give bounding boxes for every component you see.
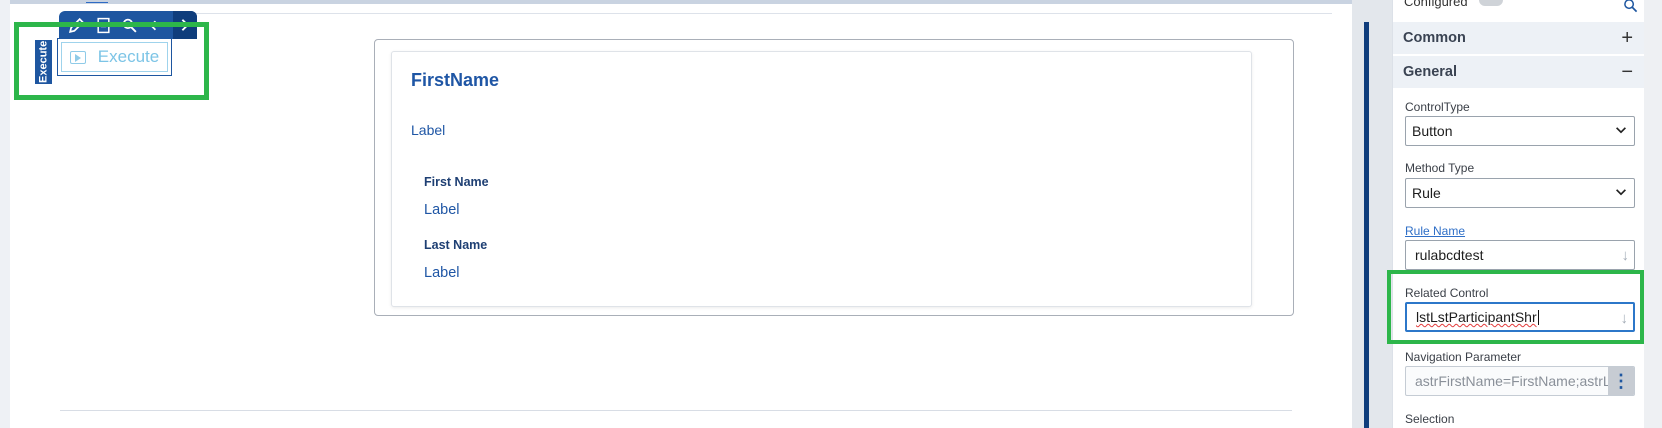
last-name-title: Last Name [424,238,488,252]
first-name-value: Label [424,202,460,218]
control-type-select[interactable]: Button [1405,116,1635,146]
document-icon[interactable] [90,11,117,39]
minus-icon[interactable]: − [1621,61,1633,84]
control-toolbar [59,11,197,39]
left-edge [0,0,10,428]
rule-name-label: Rule Name [1405,224,1465,238]
related-control-label: Related Control [1405,286,1489,300]
down-arrow-icon[interactable]: ↓ [1621,310,1629,327]
next-chevron-icon[interactable] [173,11,197,39]
rule-name-link[interactable]: Rule Name [1405,224,1465,238]
top-divider [60,13,1332,14]
execute-button-label: Execute [97,47,160,66]
properties-panel: Configured Common + General − ControlTyp… [1392,0,1645,428]
related-control-value: lstLstParticipantShr [1416,309,1537,325]
top-edge [0,0,1352,4]
properties-scrollbar[interactable] [1644,0,1662,428]
section-common[interactable]: Common + [1393,22,1645,54]
design-canvas: Execute Execute FirstName Label First Na… [0,0,1352,428]
navigation-parameter-label: Navigation Parameter [1405,350,1522,364]
pencil-icon[interactable] [63,11,90,39]
execute-button[interactable]: Execute [57,38,172,76]
back-arrow-icon[interactable] [143,11,170,39]
section-general[interactable]: General − [1393,56,1645,88]
panel-title: FirstName [411,70,500,90]
play-icon [69,50,86,64]
more-options-icon[interactable]: ⋮ [1608,367,1634,395]
panel-splitter[interactable] [1364,22,1369,428]
configured-label: Configured [1404,0,1468,9]
cutoff-link [86,0,108,3]
execute-side-tag: Execute [35,40,52,84]
control-type-value: Button [1412,123,1453,139]
panel-card[interactable]: FirstName Label First Name Label Last Na… [391,51,1252,307]
navigation-parameter-input[interactable]: astrFirstName=FirstName;astrLa ⋮ [1405,366,1635,396]
plus-icon[interactable]: + [1621,27,1633,50]
chevron-down-icon [1616,189,1626,196]
text-caret [1537,309,1539,325]
rule-name-input[interactable]: rulabcdtest ↓ [1405,240,1635,270]
splitter-area [1352,0,1392,428]
last-name-value: Label [424,265,460,281]
down-arrow-icon[interactable]: ↓ [1622,247,1630,264]
section-general-title: General [1403,64,1457,80]
method-type-value: Rule [1412,185,1441,201]
bottom-divider [60,410,1292,411]
search-icon[interactable] [117,11,144,39]
method-type-label: Method Type [1405,161,1475,175]
first-name-title: First Name [424,175,489,189]
related-control-input[interactable]: lstLstParticipantShr ↓ [1405,302,1635,332]
panel-label: Label [411,122,446,138]
chevron-down-icon [1616,127,1626,134]
section-common-title: Common [1403,30,1466,46]
navigation-parameter-value: astrFirstName=FirstName;astrLa [1415,373,1619,389]
rule-name-value: rulabcdtest [1415,247,1484,263]
configured-toggle[interactable] [1479,0,1503,6]
search-icon[interactable] [1623,0,1638,17]
control-type-label: ControlType [1405,100,1470,114]
selection-label: Selection [1405,412,1455,426]
method-type-select[interactable]: Rule [1405,178,1635,208]
